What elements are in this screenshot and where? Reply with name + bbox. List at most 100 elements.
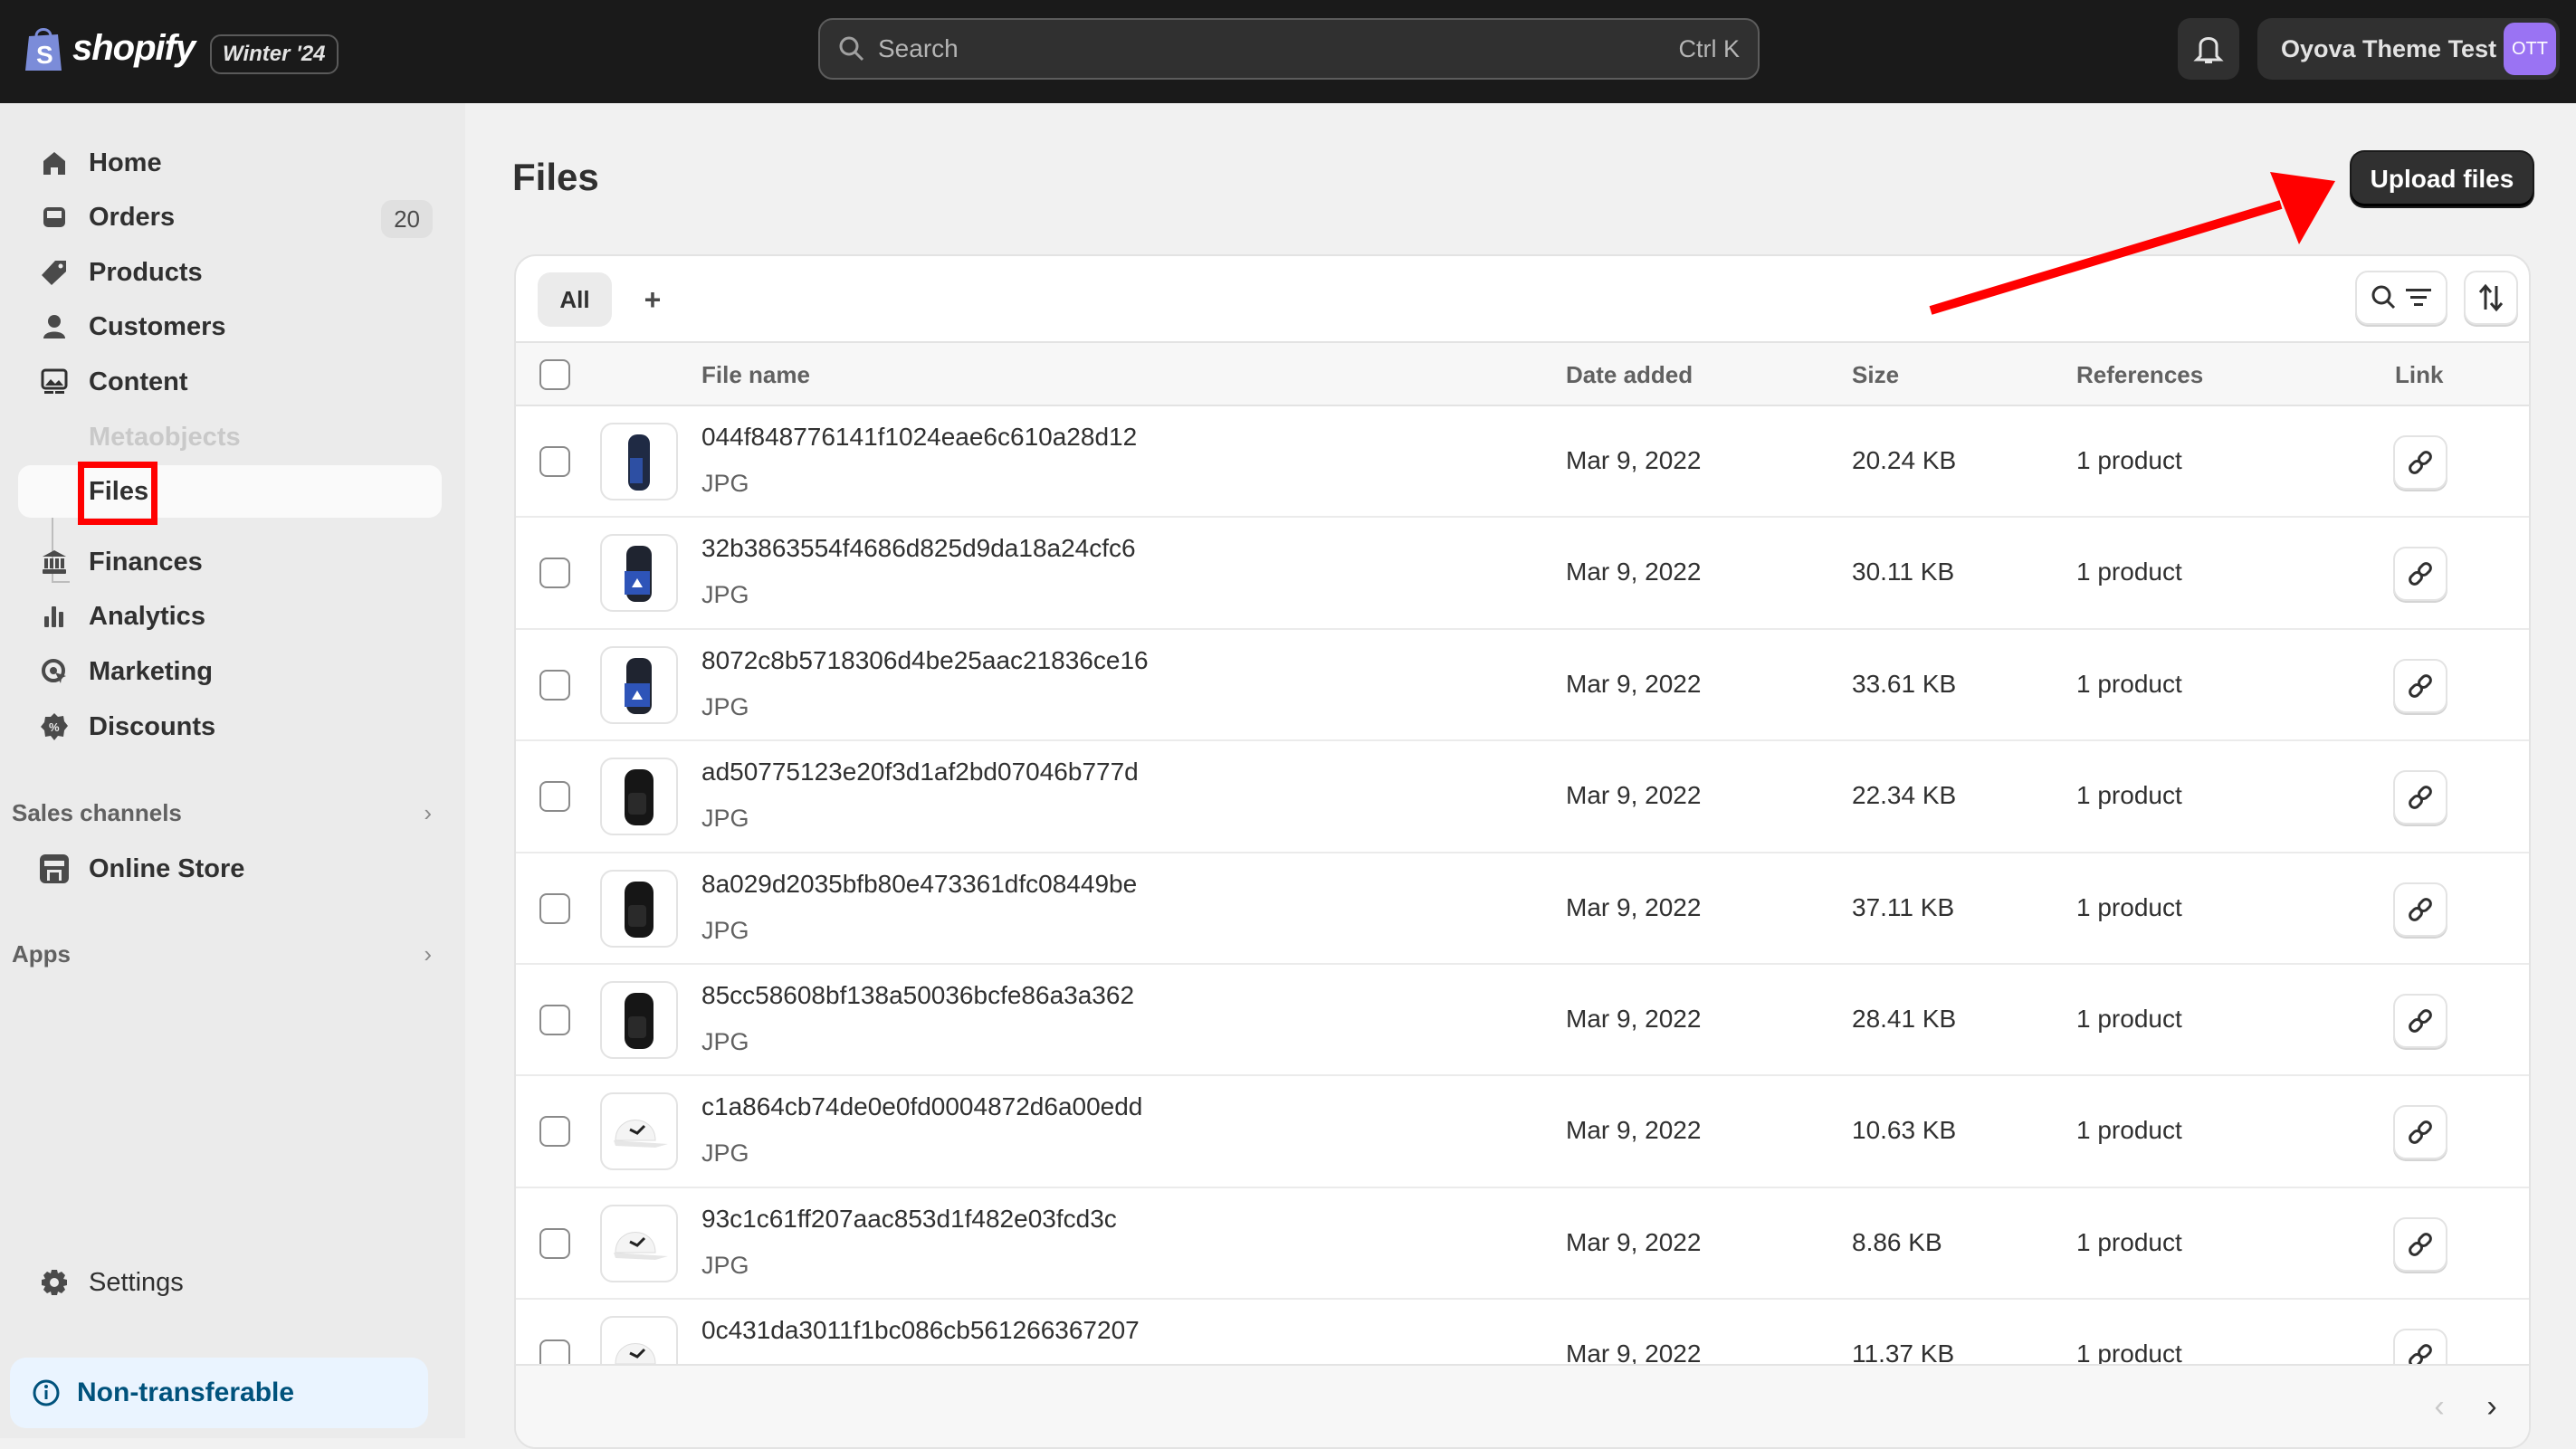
file-thumbnail[interactable]	[600, 534, 678, 613]
references[interactable]: 1 product	[2076, 446, 2182, 475]
row-checkbox[interactable]	[539, 669, 570, 701]
file-type: JPG	[701, 916, 749, 944]
row-checkbox[interactable]	[539, 781, 570, 813]
file-name[interactable]: ad50775123e20f3d1af2bd07046b777d	[701, 758, 1139, 786]
table-row[interactable]: 8072c8b5718306d4be25aac21836ce16 JPG Mar…	[516, 630, 2529, 742]
sales-channels-header[interactable]: Sales channels ›	[12, 795, 432, 831]
sidebar-item-online-store[interactable]: Online Store	[18, 843, 442, 895]
sidebar-item-finances[interactable]: Finances	[18, 536, 442, 588]
table-row[interactable]: ad50775123e20f3d1af2bd07046b777d JPG Mar…	[516, 741, 2529, 853]
date-added: Mar 9, 2022	[1566, 446, 1702, 474]
bell-icon	[2193, 37, 2224, 63]
store-menu-button[interactable]: Oyova Theme Test OTT	[2257, 18, 2560, 80]
file-name[interactable]: 8a029d2035bfb80e473361dfc08449be	[701, 870, 1137, 899]
file-thumbnail[interactable]	[600, 1204, 678, 1282]
link-icon	[2409, 1232, 2432, 1256]
row-checkbox[interactable]	[539, 1116, 570, 1148]
file-thumbnail[interactable]	[600, 1092, 678, 1171]
row-checkbox[interactable]	[539, 1227, 570, 1259]
file-thumbnail[interactable]	[600, 758, 678, 836]
column-size[interactable]: Size	[1852, 343, 1899, 406]
link-icon	[2409, 897, 2432, 921]
page-title: Files	[512, 156, 599, 198]
copy-link-button[interactable]	[2393, 882, 2447, 937]
sidebar-item-discounts[interactable]: % Discounts	[18, 701, 442, 753]
row-checkbox[interactable]	[539, 1005, 570, 1035]
file-name[interactable]: 8072c8b5718306d4be25aac21836ce16	[701, 646, 1149, 675]
file-name[interactable]: c1a864cb74de0e0fd0004872d6a00edd	[701, 1092, 1142, 1121]
copy-link-button[interactable]	[2393, 1216, 2447, 1272]
row-checkbox[interactable]	[539, 892, 570, 924]
date-added: Mar 9, 2022	[1566, 558, 1702, 586]
references[interactable]: 1 product	[2076, 893, 2182, 922]
sidebar-item-products[interactable]: Products	[18, 246, 442, 299]
table-row[interactable]: 8a029d2035bfb80e473361dfc08449be JPG Mar…	[516, 853, 2529, 965]
upload-files-button[interactable]: Upload files	[2352, 152, 2533, 206]
references[interactable]: 1 product	[2076, 558, 2182, 586]
date-added: Mar 9, 2022	[1566, 1227, 1702, 1256]
file-name[interactable]: 32b3863554f4686d825d9da18a24cfc6	[701, 534, 1136, 563]
sort-icon	[2478, 283, 2504, 312]
file-thumbnail[interactable]	[600, 645, 678, 724]
person-icon	[38, 310, 71, 343]
search-icon	[2371, 285, 2396, 310]
table-row[interactable]: 32b3863554f4686d825d9da18a24cfc6 JPG Mar…	[516, 518, 2529, 630]
file-name[interactable]: 044f848776141f1024eae6c610a28d12	[701, 423, 1137, 452]
references[interactable]: 1 product	[2076, 1005, 2182, 1034]
previous-page-button[interactable]: ‹	[2417, 1384, 2462, 1429]
sidebar-item-orders[interactable]: Orders 20	[18, 191, 442, 243]
store-avatar: OTT	[2504, 23, 2556, 75]
table-row[interactable]: 85cc58608bf138a50036bcfe86a3a362 JPG Mar…	[516, 965, 2529, 1077]
file-name[interactable]: 93c1c61ff207aac853d1f482e03fcd3c	[701, 1205, 1117, 1234]
column-file-name[interactable]: File name	[701, 343, 810, 406]
file-name[interactable]: 0c431da3011f1bc086cb561266367207	[701, 1316, 1140, 1345]
column-references[interactable]: References	[2076, 343, 2203, 406]
sort-button[interactable]	[2464, 271, 2518, 325]
global-search[interactable]: Search Ctrl K	[818, 18, 1760, 80]
info-icon	[33, 1379, 60, 1406]
references[interactable]: 1 product	[2076, 670, 2182, 699]
tab-all[interactable]: All	[538, 272, 612, 327]
svg-text:S: S	[36, 41, 53, 69]
references[interactable]: 1 product	[2076, 781, 2182, 810]
non-transferable-banner[interactable]: Non-transferable	[10, 1358, 428, 1428]
table-row[interactable]: 044f848776141f1024eae6c610a28d12 JPG Mar…	[516, 406, 2529, 519]
copy-link-button[interactable]	[2393, 994, 2447, 1048]
sidebar-item-settings[interactable]: Settings	[18, 1256, 442, 1309]
copy-link-button[interactable]	[2393, 435, 2447, 490]
row-checkbox[interactable]	[539, 558, 570, 589]
filter-icon	[2406, 289, 2431, 306]
column-date-added[interactable]: Date added	[1566, 343, 1693, 406]
search-filter-button[interactable]	[2355, 271, 2447, 325]
copy-link-button[interactable]	[2393, 547, 2447, 602]
table-row[interactable]: 93c1c61ff207aac853d1f482e03fcd3c JPG Mar…	[516, 1188, 2529, 1301]
row-checkbox[interactable]	[539, 446, 570, 477]
sidebar-item-analytics[interactable]: Analytics	[18, 590, 442, 643]
sidebar-item-content[interactable]: Content	[18, 356, 442, 408]
file-size: 30.11 KB	[1852, 558, 1955, 586]
sidebar-item-customers[interactable]: Customers	[18, 300, 442, 353]
file-thumbnail[interactable]	[600, 981, 678, 1059]
select-all-checkbox[interactable]	[539, 359, 570, 390]
file-thumbnail[interactable]	[600, 423, 678, 500]
references[interactable]: 1 product	[2076, 1228, 2182, 1257]
file-name[interactable]: 85cc58608bf138a50036bcfe86a3a362	[701, 981, 1134, 1010]
apps-header[interactable]: Apps ›	[12, 936, 432, 972]
references[interactable]: 1 product	[2076, 1116, 2182, 1145]
top-bar: S shopify Winter '24 Search Ctrl K Oyova…	[0, 0, 2576, 103]
file-thumbnail[interactable]	[600, 869, 678, 948]
shopify-logo[interactable]: S shopify	[24, 24, 196, 72]
sidebar-item-home[interactable]: Home	[18, 137, 442, 189]
search-shortcut: Ctrl K	[1678, 34, 1741, 62]
sidebar: Home Orders 20 Products Customers Conten…	[0, 103, 465, 1438]
table-row[interactable]: c1a864cb74de0e0fd0004872d6a00edd JPG Mar…	[516, 1076, 2529, 1188]
next-page-button[interactable]: ›	[2469, 1384, 2514, 1429]
sidebar-item-metaobjects[interactable]: Metaobjects	[18, 411, 442, 463]
notifications-button[interactable]	[2178, 18, 2239, 80]
copy-link-button[interactable]	[2393, 658, 2447, 713]
copy-link-button[interactable]	[2393, 1105, 2447, 1160]
link-icon	[2409, 786, 2432, 810]
copy-link-button[interactable]	[2393, 770, 2447, 825]
add-view-button[interactable]: +	[630, 272, 675, 327]
sidebar-item-marketing[interactable]: Marketing	[18, 645, 442, 698]
